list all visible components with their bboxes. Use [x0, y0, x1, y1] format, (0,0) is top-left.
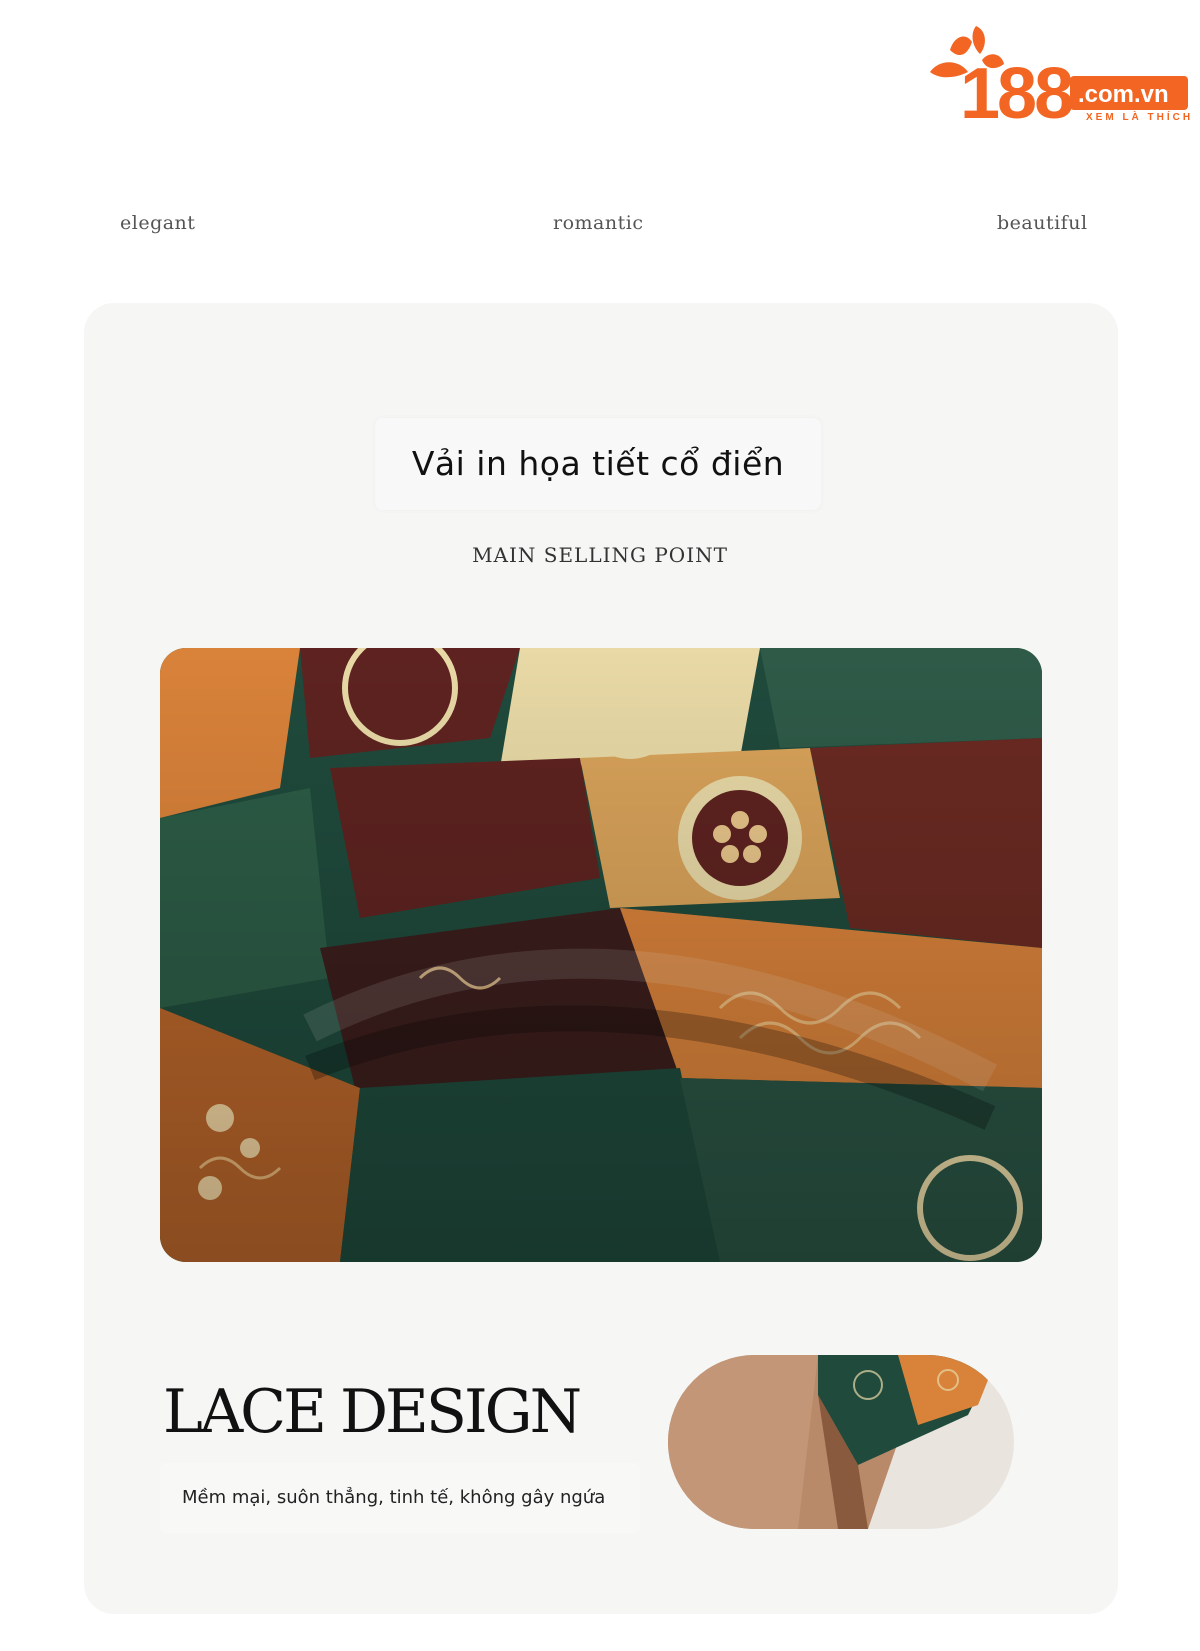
site-logo[interactable]: 188 .com.vn XEM LÀ THÍCH: [920, 20, 1190, 134]
tag-elegant: elegant: [120, 212, 196, 234]
lace-design-title: LACE DESIGN: [163, 1377, 582, 1447]
tag-romantic: romantic: [553, 212, 644, 234]
section-title: Vải in họa tiết cổ điển: [411, 444, 785, 483]
section-subtitle: MAIN SELLING POINT: [472, 543, 728, 567]
fabric-pattern-image: [160, 648, 1042, 1262]
lace-detail-image: [668, 1355, 1014, 1529]
logo-slogan: XEM LÀ THÍCH: [1086, 110, 1190, 123]
section-title-box: Vải in họa tiết cổ điển: [375, 418, 821, 510]
logo-number: 188: [960, 54, 1072, 130]
logo-domain: .com.vn: [1078, 81, 1169, 108]
tag-beautiful: beautiful: [997, 212, 1088, 234]
lace-description: Mềm mại, suôn thẳng, tinh tế, không gây …: [182, 1487, 606, 1508]
